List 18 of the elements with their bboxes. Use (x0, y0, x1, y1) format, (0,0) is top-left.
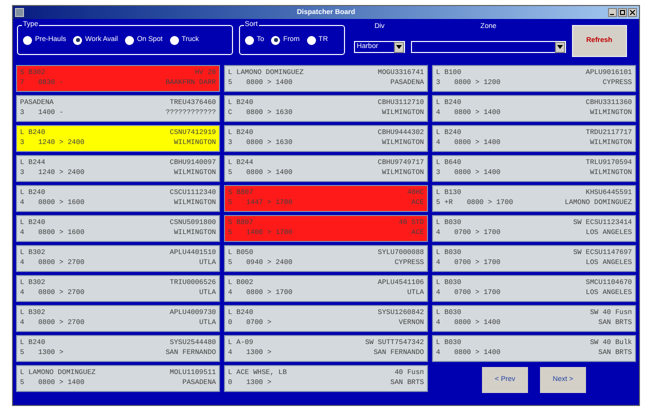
close-button[interactable] (628, 8, 637, 17)
app-icon (15, 8, 24, 17)
maximize-button[interactable] (618, 8, 627, 17)
caret-icon (556, 45, 563, 49)
dropdown-button[interactable] (394, 42, 404, 52)
close-icon (630, 10, 635, 15)
radio-button[interactable] (170, 36, 179, 44)
radio-button[interactable] (73, 36, 82, 44)
maximize-icon (620, 10, 625, 15)
zone-select[interactable] (411, 41, 566, 53)
radio-button[interactable] (244, 36, 254, 44)
caret-icon (396, 45, 402, 49)
radio-button[interactable] (271, 36, 280, 44)
minimize-button[interactable] (608, 8, 617, 17)
radio-button[interactable] (306, 36, 316, 44)
radio-button[interactable] (23, 36, 32, 44)
radio-button[interactable] (124, 36, 134, 44)
dropdown-button[interactable] (554, 42, 565, 52)
